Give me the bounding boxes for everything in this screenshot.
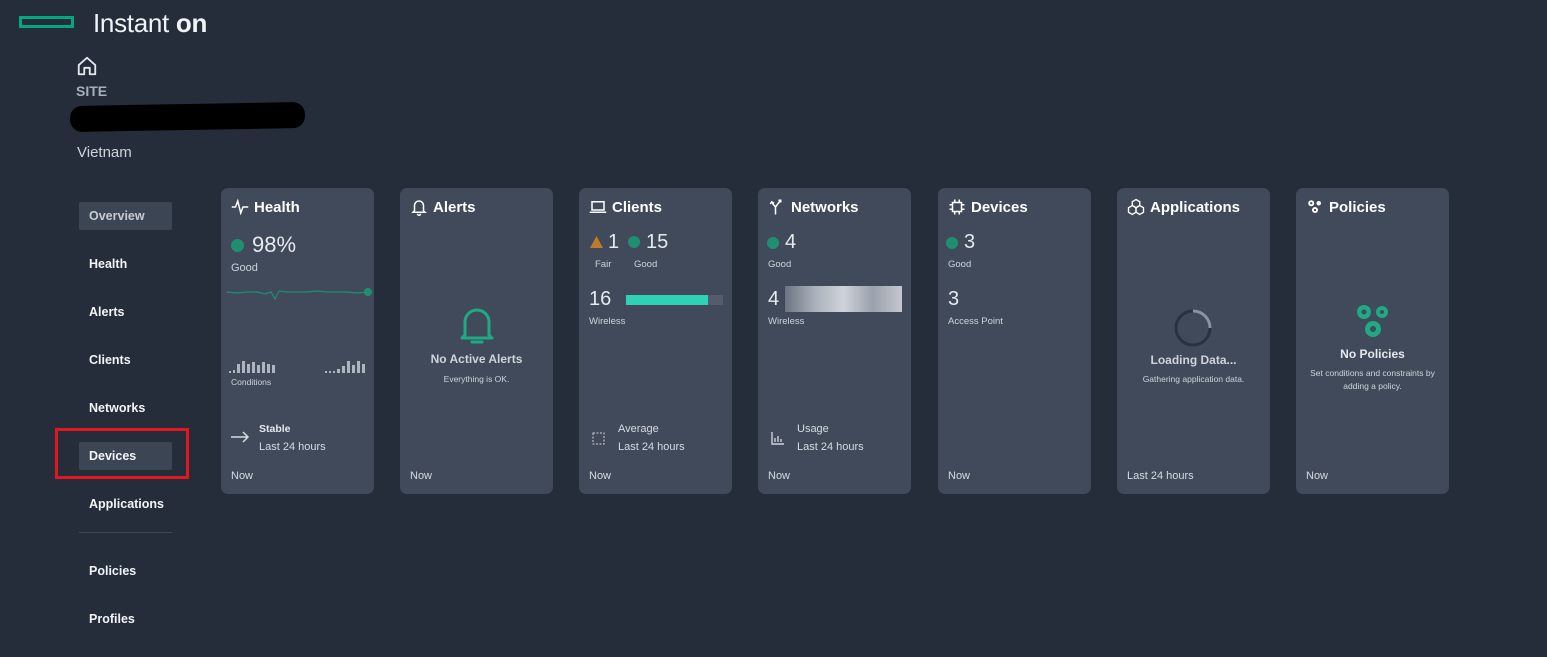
home-icon[interactable] — [76, 55, 98, 77]
site-label: SITE — [76, 83, 108, 99]
policies-message: Set conditions and constraints by adding… — [1310, 368, 1435, 391]
networks-now: Now — [768, 470, 791, 482]
clients-now: Now — [589, 470, 612, 482]
devices-now: Now — [948, 470, 971, 482]
devices-good-label: Good — [948, 259, 972, 270]
app-title: Instant on — [93, 8, 207, 39]
applications-card-title: Applications — [1127, 198, 1240, 216]
cubes-icon — [1127, 198, 1145, 216]
good-dot — [946, 237, 958, 249]
health-trend-period: Last 24 hours — [259, 441, 326, 453]
laptop-icon — [589, 201, 607, 213]
networks-card[interactable]: Networks 4 Good 4 Wireless Usage Last 24… — [758, 188, 911, 494]
health-trend-title: Stable — [259, 423, 291, 435]
hpe-logo — [19, 16, 74, 28]
policies-heading: No Policies — [1340, 347, 1405, 361]
gears-large-icon — [1357, 305, 1388, 337]
good-dot — [767, 237, 779, 249]
average-icon — [592, 432, 605, 445]
arrow-right-icon — [231, 431, 250, 443]
clients-trend-title: Average — [618, 423, 659, 435]
devices-title-text: Devices — [971, 198, 1028, 216]
network-fork-icon — [769, 199, 782, 215]
networks-wireless-count: 4 — [768, 288, 780, 310]
alerts-heading: No Active Alerts — [430, 352, 523, 366]
app-title-suffix: on — [175, 8, 208, 38]
alerts-card[interactable]: Alerts No Active Alerts Everything is OK… — [400, 188, 553, 494]
status-good-dot — [231, 238, 244, 252]
nav-item-overview[interactable]: Overview — [79, 202, 172, 230]
networks-trend-period: Last 24 hours — [797, 441, 864, 453]
devices-ap-label: Access Point — [948, 316, 1003, 327]
networks-good-count: 4 — [785, 231, 797, 253]
alerts-card-title: Alerts — [410, 198, 476, 216]
networks-name-redacted — [785, 286, 902, 312]
devices-good-count: 3 — [964, 231, 976, 253]
health-sparkline — [227, 288, 372, 301]
health-percent: 98% — [252, 232, 297, 257]
networks-card-title: Networks — [768, 198, 859, 216]
applications-heading: Loading Data... — [1150, 353, 1237, 367]
clients-fair-count: 1 — [608, 231, 620, 253]
health-now: Now — [231, 470, 254, 482]
devices-card-title: Devices — [948, 198, 1028, 216]
policies-title-text: Policies — [1329, 198, 1386, 216]
health-card-title: Health — [231, 198, 300, 216]
bell-icon — [411, 200, 427, 216]
fair-triangle-icon — [590, 236, 603, 248]
health-title-text: Health — [254, 198, 300, 216]
applications-period: Last 24 hours — [1127, 470, 1194, 482]
networks-trend-title: Usage — [797, 423, 829, 435]
site-name-redacted — [69, 101, 306, 133]
applications-title-text: Applications — [1150, 198, 1241, 216]
site-country: Vietnam — [77, 144, 132, 161]
conditions-bars — [229, 361, 365, 373]
policies-card-title: Policies — [1306, 198, 1386, 216]
applications-card[interactable]: Applications Loading Data... Gathering a… — [1117, 188, 1270, 494]
clients-title-text: Clients — [612, 198, 663, 216]
clients-wireless-bar — [626, 295, 723, 305]
nav-item-profiles[interactable]: Profiles — [79, 605, 172, 633]
networks-good-label: Good — [768, 259, 792, 270]
policies-card[interactable]: Policies No Policies Set conditions and … — [1296, 188, 1449, 494]
alerts-title-text: Alerts — [433, 198, 476, 216]
clients-trend-period: Last 24 hours — [618, 441, 685, 453]
clients-card[interactable]: Clients 1 15 Fair Good 16 Wireless Avera… — [579, 188, 732, 494]
nav-item-policies[interactable]: Policies — [79, 557, 172, 585]
clients-wireless-label: Wireless — [589, 316, 626, 327]
alerts-now: Now — [410, 470, 433, 482]
clients-wireless-count: 16 — [589, 288, 612, 310]
applications-message: Gathering application data. — [1142, 374, 1245, 384]
policies-now: Now — [1306, 470, 1329, 482]
nav-item-alerts[interactable]: Alerts — [79, 298, 172, 326]
loading-spinner-icon — [1174, 309, 1212, 347]
usage-chart-icon — [771, 432, 784, 445]
chip-icon — [949, 199, 965, 215]
clients-fair-label: Fair — [595, 259, 612, 270]
devices-highlight-box — [55, 428, 189, 479]
networks-title-text: Networks — [791, 198, 859, 216]
health-card[interactable]: Health 98% Good Conditions Stable Last 2… — [221, 188, 374, 494]
nav-item-networks[interactable]: Networks — [79, 394, 172, 422]
app-title-text: Instant — [93, 8, 169, 38]
nav-divider — [79, 532, 172, 533]
devices-card[interactable]: Devices 3 Good 3 Access Point Now — [938, 188, 1091, 494]
devices-ap-count: 3 — [948, 288, 960, 310]
nav-item-applications[interactable]: Applications — [79, 490, 172, 518]
nav-item-clients[interactable]: Clients — [79, 346, 172, 374]
networks-wireless-label: Wireless — [768, 316, 805, 327]
clients-card-title: Clients — [589, 198, 662, 216]
gears-icon — [1308, 200, 1321, 213]
good-dot — [628, 236, 640, 248]
pulse-icon — [231, 198, 249, 216]
clients-good-label: Good — [634, 259, 658, 270]
clients-wireless-bar-fill — [626, 295, 709, 305]
conditions-label: Conditions — [231, 377, 272, 387]
bell-large-icon — [460, 308, 494, 344]
health-status: Good — [231, 262, 258, 274]
nav-item-health[interactable]: Health — [79, 250, 172, 278]
clients-good-count: 15 — [646, 231, 669, 253]
alerts-message: Everything is OK. — [443, 374, 510, 384]
